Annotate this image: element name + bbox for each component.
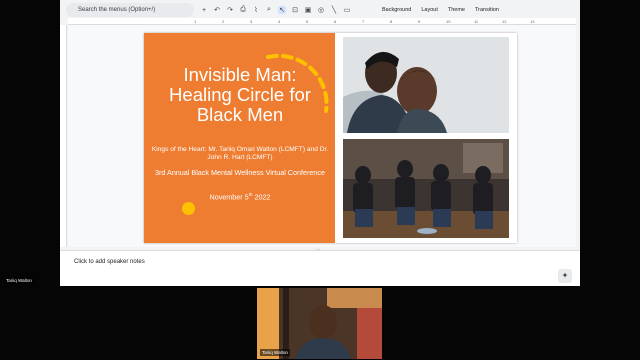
line-icon[interactable]: ╲: [330, 6, 338, 14]
ruler-tick: 10: [446, 19, 451, 24]
group-circle-image: [343, 139, 509, 238]
father-child-image: [343, 37, 509, 133]
screen: Search the menus (Option+/) + ↶ ↷ ⎙ ⌇ ⌕ …: [0, 0, 640, 360]
ruler-tick: 6: [334, 19, 337, 24]
toolbar: Search the menus (Option+/) + ↶ ↷ ⎙ ⌇ ⌕ …: [60, 3, 580, 18]
print-icon[interactable]: ⎙: [239, 6, 247, 14]
undo-icon[interactable]: ↶: [213, 6, 221, 14]
image-icon[interactable]: ▣: [304, 6, 312, 14]
cursor-icon[interactable]: ↖: [278, 6, 286, 14]
search-menus-input[interactable]: Search the menus (Option+/): [66, 3, 194, 17]
ruler-tick: 5: [306, 19, 309, 24]
speaker-notes-placeholder[interactable]: Click to add speaker notes: [74, 259, 145, 265]
ruler-tick: 4: [278, 19, 281, 24]
vertical-ruler: [60, 25, 67, 247]
redo-icon[interactable]: ↷: [226, 6, 234, 14]
background-button[interactable]: Background: [382, 7, 411, 13]
paint-format-icon[interactable]: ⌇: [252, 6, 260, 14]
presenters-text[interactable]: Kings of the Heart: Mr. Tariiq Omari Wal…: [148, 146, 332, 162]
comment-icon[interactable]: ▭: [343, 6, 351, 14]
slide-canvas: Invisible Man: Healing Circle for Black …: [68, 25, 576, 247]
yellow-dot: [182, 202, 195, 215]
transition-button[interactable]: Transition: [475, 7, 499, 13]
ruler-tick: 2: [222, 19, 225, 24]
ruler-tick: 1: [194, 19, 197, 24]
father-child-photo[interactable]: [343, 37, 509, 133]
toolbar-icons: + ↶ ↷ ⎙ ⌇ ⌕ ↖ ⊡ ▣ ◎ ╲ ▭: [200, 3, 351, 17]
zoom-icon[interactable]: ⌕: [265, 6, 273, 14]
participant-tile-label: Tariiq Walton: [260, 349, 290, 356]
ruler-tick: 8: [390, 19, 393, 24]
slide-title[interactable]: Invisible Man: Healing Circle for Black …: [152, 65, 328, 125]
ruler-tick: 11: [474, 19, 479, 24]
title-panel: Invisible Man: Healing Circle for Black …: [144, 33, 335, 243]
ruler-tick: 13: [530, 19, 535, 24]
slide[interactable]: Invisible Man: Healing Circle for Black …: [144, 33, 517, 243]
date-suffix: th: [248, 192, 253, 197]
date-text[interactable]: November 5th 2022: [148, 191, 332, 201]
event-text[interactable]: 3rd Annual Black Mental Wellness Virtual…: [148, 168, 332, 177]
layout-button[interactable]: Layout: [421, 7, 438, 13]
toolbar-labels: Background Layout Theme Transition: [382, 3, 499, 17]
group-circle-photo[interactable]: [343, 139, 509, 238]
ruler-tick: 7: [362, 19, 365, 24]
participant-video-tile[interactable]: Tariiq Walton: [257, 288, 382, 359]
ruler-tick: 9: [418, 19, 421, 24]
theme-button[interactable]: Theme: [448, 7, 465, 13]
ruler-tick: 12: [502, 19, 507, 24]
participant-name-label: Tariiq Walton: [4, 277, 34, 284]
slides-editor-window: Search the menus (Option+/) + ↶ ↷ ⎙ ⌇ ⌕ …: [60, 0, 580, 286]
horizontal-ruler: 1 2 3 4 5 6 7 8 9 10 11 12 13: [68, 18, 576, 25]
ruler-tick: 3: [250, 19, 253, 24]
date-prefix: November 5: [209, 192, 249, 202]
speaker-notes-panel[interactable]: Click to add speaker notes ✦: [60, 250, 580, 286]
date-year: 2022: [254, 192, 271, 202]
textbox-icon[interactable]: ⊡: [291, 6, 299, 14]
plus-icon[interactable]: +: [200, 7, 208, 14]
explore-icon[interactable]: ✦: [558, 269, 572, 283]
shapes-icon[interactable]: ◎: [317, 6, 325, 14]
